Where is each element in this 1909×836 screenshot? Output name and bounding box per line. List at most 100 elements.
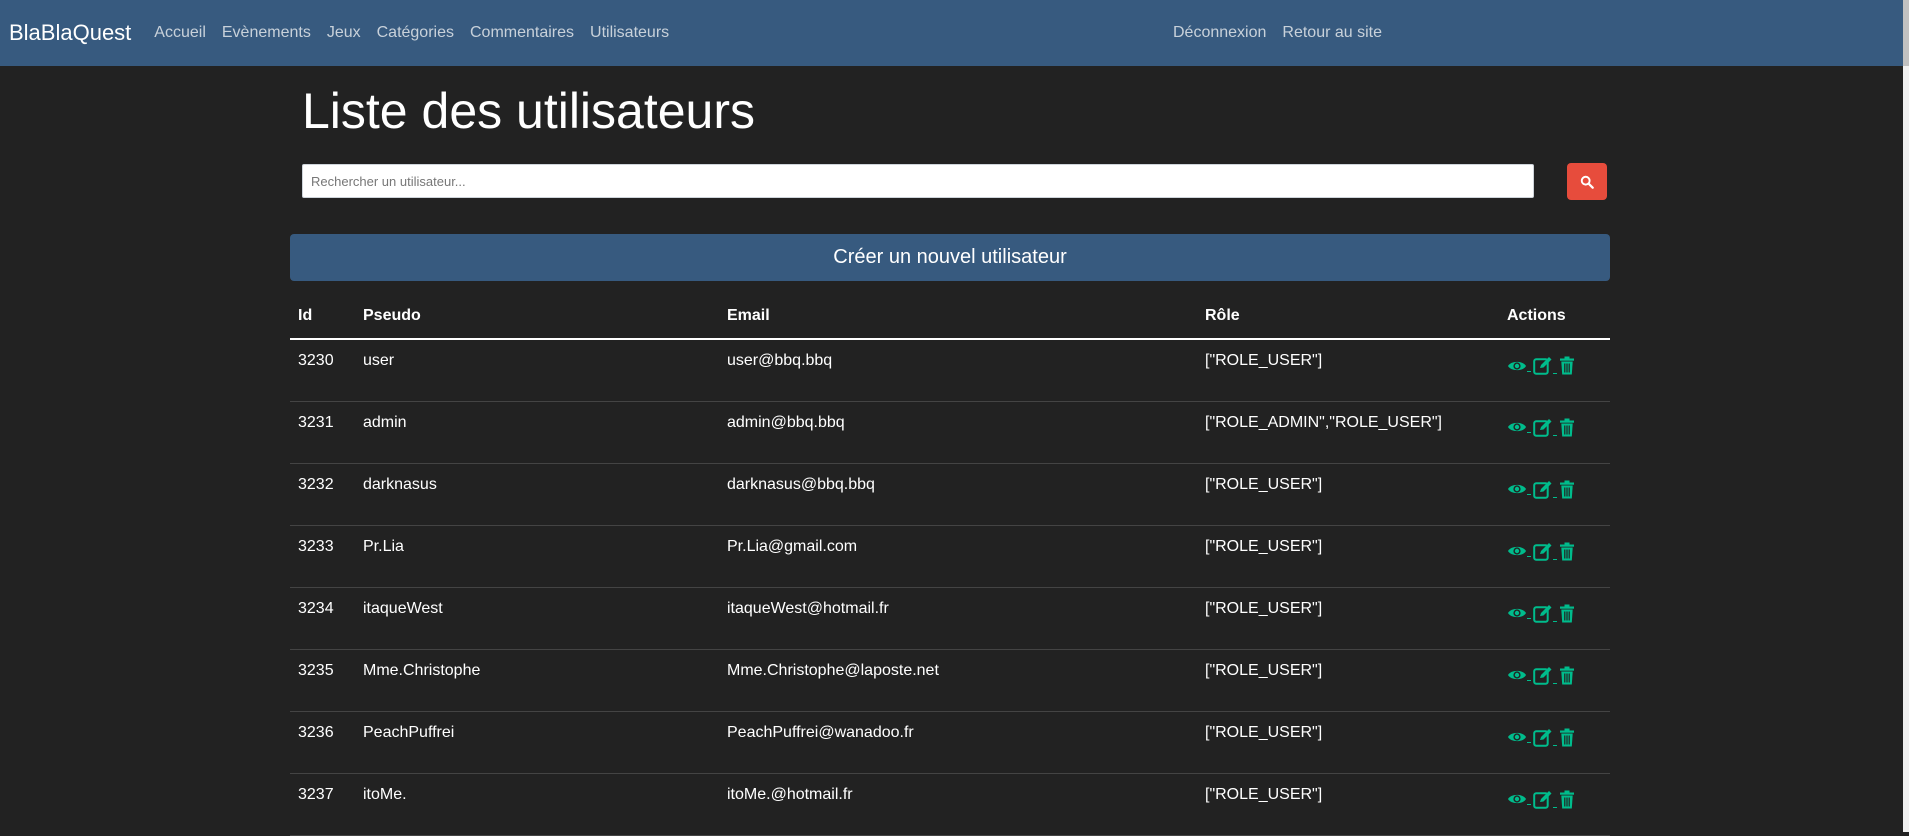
edit-user-link[interactable]: [1533, 480, 1557, 499]
table-row: 3236 PeachPuffrei PeachPuffrei@wanadoo.f…: [290, 711, 1610, 774]
trash-icon: [1560, 356, 1574, 375]
eye-icon: [1508, 546, 1526, 556]
cell-pseudo: Pr.Lia: [355, 525, 719, 588]
header-pseudo: Pseudo: [355, 294, 719, 340]
cell-id: 3234: [290, 587, 355, 650]
page-scrollbar[interactable]: [1903, 0, 1909, 832]
cell-actions: [1499, 773, 1610, 836]
nav-link-evenements[interactable]: Evènements: [214, 24, 319, 42]
nav-link-jeux[interactable]: Jeux: [319, 24, 369, 42]
trash-icon: [1560, 604, 1574, 622]
nav-link-commentaires[interactable]: Commentaires: [462, 24, 582, 42]
eye-icon: [1508, 608, 1526, 618]
cell-email: itaqueWest@hotmail.fr: [719, 587, 1197, 650]
delete-user-link[interactable]: [1559, 418, 1575, 437]
cell-actions: [1499, 525, 1610, 588]
eye-icon: [1508, 732, 1526, 742]
cell-id: 3235: [290, 649, 355, 712]
cell-id: 3231: [290, 401, 355, 464]
table-row: 3235 Mme.Christophe Mme.Christophe@lapos…: [290, 649, 1610, 712]
view-user-link[interactable]: [1507, 544, 1531, 558]
search-form: [302, 163, 1612, 200]
cell-pseudo: Mme.Christophe: [355, 649, 719, 712]
header-actions: Actions: [1499, 294, 1610, 340]
table-row: 3234 itaqueWest itaqueWest@hotmail.fr ["…: [290, 587, 1610, 650]
cell-actions: [1499, 463, 1610, 526]
edit-icon: [1533, 728, 1552, 747]
trash-icon: [1560, 542, 1574, 560]
trash-icon: [1560, 480, 1574, 498]
view-user-link[interactable]: [1507, 359, 1531, 373]
nav-link-retour-site[interactable]: Retour au site: [1274, 24, 1390, 42]
edit-user-link[interactable]: [1533, 542, 1557, 561]
search-input[interactable]: [302, 164, 1534, 198]
cell-role: ["ROLE_USER"]: [1197, 525, 1499, 588]
cell-email: Pr.Lia@gmail.com: [719, 525, 1197, 588]
cell-id: 3237: [290, 773, 355, 836]
view-user-link[interactable]: [1507, 730, 1531, 744]
cell-pseudo: itaqueWest: [355, 587, 719, 650]
search-button[interactable]: [1567, 163, 1607, 200]
edit-user-link[interactable]: [1533, 418, 1557, 437]
table-row: 3237 itoMe. itoMe.@hotmail.fr ["ROLE_USE…: [290, 773, 1610, 836]
cell-role: ["ROLE_ADMIN","ROLE_USER"]: [1197, 401, 1499, 464]
cell-role: ["ROLE_USER"]: [1197, 339, 1499, 402]
eye-icon: [1508, 422, 1526, 432]
edit-user-link[interactable]: [1533, 666, 1557, 685]
view-user-link[interactable]: [1507, 668, 1531, 682]
table-row: 3232 darknasus darknasus@bbq.bbq ["ROLE_…: [290, 463, 1610, 526]
navbar-brand[interactable]: BlaBlaQuest: [9, 20, 131, 46]
cell-actions: [1499, 649, 1610, 712]
create-user-button[interactable]: Créer un nouvel utilisateur: [290, 234, 1610, 281]
edit-icon: [1533, 480, 1552, 499]
page-title: Liste des utilisateurs: [302, 83, 756, 139]
edit-icon: [1533, 418, 1552, 437]
edit-icon: [1533, 604, 1552, 623]
eye-icon: [1508, 361, 1526, 370]
delete-user-link[interactable]: [1559, 356, 1575, 375]
view-user-link[interactable]: [1507, 420, 1531, 434]
table-header-row: Id Pseudo Email Rôle Actions: [290, 294, 1610, 340]
view-user-link[interactable]: [1507, 792, 1531, 806]
nav-link-categories[interactable]: Catégories: [369, 24, 462, 42]
navbar-right-links: Déconnexion Retour au site: [1165, 0, 1390, 66]
cell-pseudo: admin: [355, 401, 719, 464]
edit-icon: [1533, 666, 1552, 685]
delete-user-link[interactable]: [1559, 728, 1575, 747]
cell-email: Mme.Christophe@laposte.net: [719, 649, 1197, 712]
trash-icon: [1560, 728, 1574, 746]
cell-role: ["ROLE_USER"]: [1197, 649, 1499, 712]
nav-link-accueil[interactable]: Accueil: [146, 24, 214, 42]
eye-icon: [1508, 670, 1526, 680]
delete-user-link[interactable]: [1559, 666, 1575, 685]
edit-user-link[interactable]: [1533, 728, 1557, 747]
delete-user-link[interactable]: [1559, 790, 1575, 809]
delete-user-link[interactable]: [1559, 542, 1575, 561]
nav-link-deconnexion[interactable]: Déconnexion: [1165, 24, 1274, 42]
edit-user-link[interactable]: [1533, 790, 1557, 809]
cell-email: itoMe.@hotmail.fr: [719, 773, 1197, 836]
cell-role: ["ROLE_USER"]: [1197, 587, 1499, 650]
cell-actions: [1499, 401, 1610, 464]
view-user-link[interactable]: [1507, 606, 1531, 620]
cell-id: 3232: [290, 463, 355, 526]
delete-user-link[interactable]: [1559, 480, 1575, 499]
header-role: Rôle: [1197, 294, 1499, 340]
nav-link-utilisateurs[interactable]: Utilisateurs: [582, 24, 677, 42]
table-row: 3231 admin admin@bbq.bbq ["ROLE_ADMIN","…: [290, 401, 1610, 464]
page-scrollbar-thumb[interactable]: [1903, 0, 1909, 66]
cell-pseudo: darknasus: [355, 463, 719, 526]
cell-id: 3230: [290, 339, 355, 402]
view-user-link[interactable]: [1507, 482, 1531, 496]
table-row: 3230 user user@bbq.bbq ["ROLE_USER"]: [290, 339, 1610, 402]
edit-user-link[interactable]: [1533, 356, 1557, 375]
cell-id: 3233: [290, 525, 355, 588]
cell-email: user@bbq.bbq: [719, 339, 1197, 402]
edit-user-link[interactable]: [1533, 604, 1557, 623]
eye-icon: [1508, 484, 1526, 494]
header-email: Email: [719, 294, 1197, 340]
cell-email: admin@bbq.bbq: [719, 401, 1197, 464]
cell-pseudo: PeachPuffrei: [355, 711, 719, 774]
cell-email: darknasus@bbq.bbq: [719, 463, 1197, 526]
delete-user-link[interactable]: [1559, 604, 1575, 623]
